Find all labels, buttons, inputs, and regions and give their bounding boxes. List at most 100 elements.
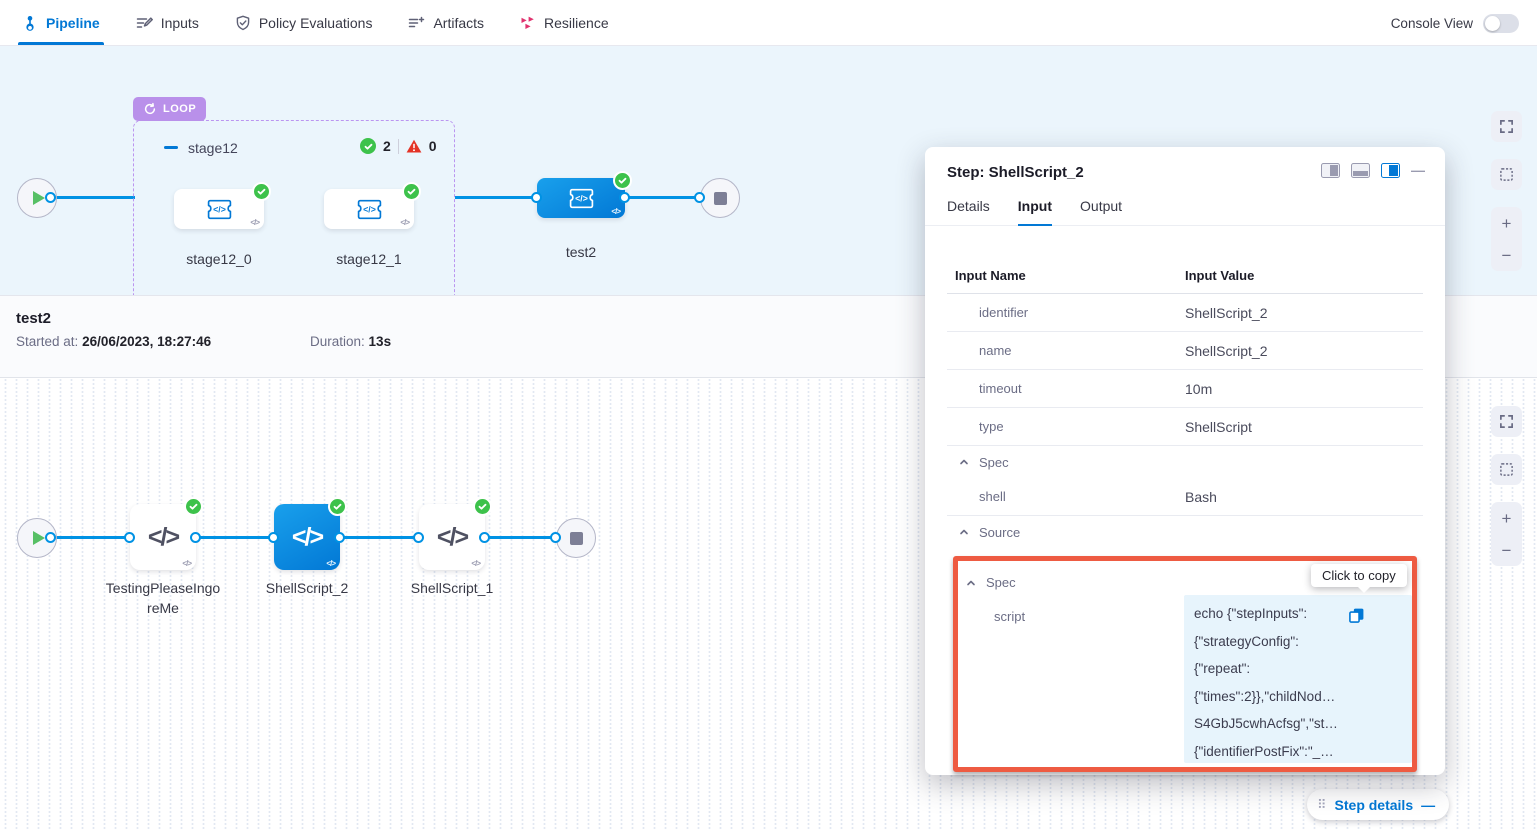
step-details-label: Step details: [1335, 797, 1414, 813]
selection-button[interactable]: [1491, 454, 1522, 485]
chevron-up-icon: [959, 457, 969, 467]
success-badge: [252, 182, 271, 201]
duration: Duration: 13s: [310, 334, 391, 349]
tab-label: Artifacts: [433, 15, 484, 31]
port-dot: [268, 532, 279, 543]
zoom-in-button[interactable]: +: [1502, 215, 1512, 232]
success-count: 2: [383, 138, 391, 154]
section-spec[interactable]: Spec: [947, 446, 1423, 478]
section-spec-script[interactable]: Spec: [966, 575, 1016, 590]
code-mini-icon: </>: [326, 559, 335, 568]
template-code-icon: </>: [356, 198, 383, 221]
tab-label: Inputs: [161, 15, 199, 31]
tab-label: Policy Evaluations: [259, 15, 373, 31]
zoom-out-button[interactable]: −: [1502, 542, 1512, 559]
run-title: test2: [16, 310, 51, 327]
row-value: ShellScript_2: [1185, 305, 1268, 321]
play-icon: [33, 191, 45, 205]
error-count: 0: [429, 138, 437, 154]
script-line: {"repeat":: [1194, 655, 1402, 683]
edge-loop-to-test2: [455, 196, 537, 199]
stage-node-test2-selected[interactable]: </> </>: [537, 178, 625, 218]
layout-active-icon[interactable]: [1381, 163, 1400, 178]
step-node-shellscript2-selected[interactable]: </> </>: [274, 504, 340, 570]
console-view-control: Console View: [1391, 0, 1519, 46]
step-node-label: TestingPleaseIngoreMe: [104, 578, 222, 618]
section-source[interactable]: Source: [947, 516, 1423, 548]
stage-node-label: stage12_0: [174, 249, 264, 269]
layout-bottom-icon[interactable]: [1351, 163, 1370, 178]
panel-header: Step: ShellScript_2 —: [925, 147, 1445, 186]
panel-header-icons: —: [1321, 162, 1425, 178]
row-value: 10m: [1185, 381, 1212, 397]
template-code-icon: </>: [568, 187, 595, 210]
drag-handle-icon[interactable]: ⠿: [1317, 797, 1327, 813]
zoom-in-button[interactable]: +: [1502, 510, 1512, 527]
layout-right-icon[interactable]: [1321, 163, 1340, 178]
code-mini-icon: </>: [471, 559, 480, 568]
panel-tab-details[interactable]: Details: [947, 186, 990, 225]
resilience-icon: [520, 15, 536, 31]
step-details-button[interactable]: ⠿ Step details —: [1307, 789, 1449, 820]
port-dot: [334, 532, 345, 543]
script-line: {"times":2}},"childNod…: [1194, 683, 1402, 711]
stop-icon: [570, 532, 583, 545]
tab-artifacts[interactable]: Artifacts: [408, 0, 484, 45]
port-dot: [479, 532, 490, 543]
port-dot: [694, 192, 705, 203]
code-mini-icon: </>: [182, 559, 191, 568]
col-input-value: Input Value: [1185, 268, 1254, 283]
row-name: timeout: [947, 381, 1185, 396]
zoom-controls: + −: [1491, 207, 1522, 271]
chevron-up-icon: [966, 578, 976, 588]
table-row: timeout 10m: [947, 370, 1423, 408]
panel-tab-input[interactable]: Input: [1018, 186, 1052, 225]
zoom-controls: + −: [1491, 502, 1522, 566]
play-icon: [33, 531, 45, 545]
shield-check-icon: [235, 15, 251, 31]
panel-tab-output[interactable]: Output: [1080, 186, 1122, 225]
script-value-box[interactable]: echo {"stepInputs": {"strategyConfig": {…: [1184, 595, 1412, 763]
copy-tooltip: Click to copy: [1311, 564, 1407, 587]
highlight-annotation-box: Spec script echo {"stepInputs": {"strate…: [953, 556, 1417, 772]
step-node-testingpleaseingoreme[interactable]: </> </>: [130, 504, 196, 570]
edge: [340, 536, 419, 539]
collapse-icon[interactable]: —: [1421, 797, 1435, 813]
fullscreen-button[interactable]: [1491, 406, 1522, 437]
tab-resilience[interactable]: Resilience: [520, 0, 609, 45]
console-view-toggle[interactable]: [1483, 14, 1519, 33]
fullscreen-icon: [1499, 119, 1514, 134]
template-code-icon: </>: [206, 198, 233, 221]
started-at: Started at: 26/06/2023, 18:27:46: [16, 334, 211, 349]
tab-label: Pipeline: [46, 15, 100, 31]
code-mini-icon: </>: [250, 218, 259, 227]
list-plus-icon: [408, 15, 425, 31]
section-title: Source: [979, 525, 1020, 540]
table-row: identifier ShellScript_2: [947, 294, 1423, 332]
tab-inputs[interactable]: Inputs: [136, 0, 199, 45]
stage-node-stage12_1[interactable]: </> </>: [324, 189, 414, 229]
selection-button[interactable]: [1491, 159, 1522, 190]
tab-pipeline[interactable]: Pipeline: [22, 0, 100, 45]
step-node-label: ShellScript_2: [237, 578, 377, 598]
success-badge: [328, 497, 347, 516]
tab-label: Resilience: [544, 15, 609, 31]
port-dot: [45, 192, 56, 203]
svg-text:</>: </>: [213, 204, 226, 214]
count-divider: [398, 139, 399, 154]
stage-node-stage12_0[interactable]: </> </>: [174, 189, 264, 229]
console-view-label: Console View: [1391, 16, 1473, 31]
zoom-out-button[interactable]: −: [1502, 247, 1512, 264]
tab-policy-evaluations[interactable]: Policy Evaluations: [235, 0, 373, 45]
collapse-group-button[interactable]: [164, 146, 178, 149]
step-node-shellscript1[interactable]: </> </>: [419, 504, 485, 570]
minimize-panel-icon[interactable]: —: [1411, 162, 1425, 178]
svg-text:</>: </>: [363, 204, 376, 214]
section-title: Spec: [979, 455, 1009, 470]
port-dot: [124, 532, 135, 543]
success-badge: [473, 497, 492, 516]
copy-icon[interactable]: [1348, 607, 1365, 629]
fullscreen-button[interactable]: [1491, 111, 1522, 142]
panel-title: Step: ShellScript_2: [947, 164, 1084, 181]
started-at-label: Started at:: [16, 334, 78, 349]
